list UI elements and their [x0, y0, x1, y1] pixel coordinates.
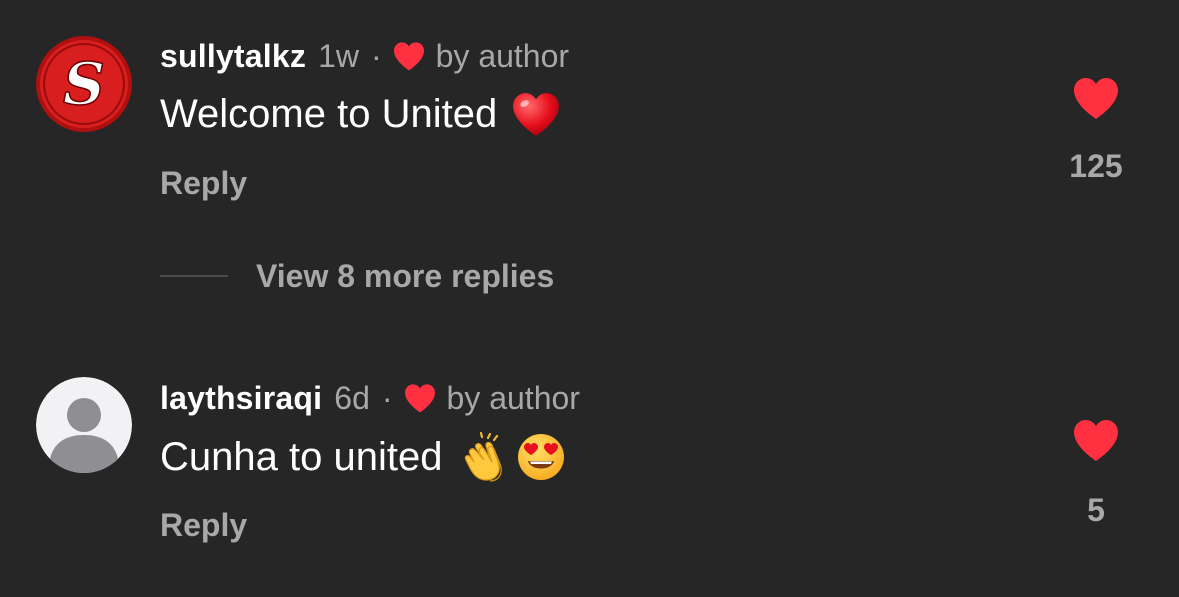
avatar[interactable]: S [36, 36, 132, 132]
comment-text: Cunha to united [160, 432, 566, 482]
clapping-hands-emoji [460, 432, 510, 482]
reply-button[interactable]: Reply [160, 505, 247, 545]
like-count: 125 [1069, 148, 1123, 184]
comment-text: Welcome to United [160, 90, 561, 138]
heart-icon [404, 384, 435, 413]
timestamp: 6d [334, 380, 370, 416]
separator: · [381, 380, 393, 416]
svg-text:S: S [63, 50, 105, 118]
username[interactable]: laythsiraqi [160, 378, 322, 418]
like-control: 125 [1060, 76, 1132, 186]
separator: · [370, 38, 382, 74]
view-more-replies-label: View 8 more replies [256, 257, 555, 294]
view-more-replies-button[interactable]: View 8 more replies [160, 256, 554, 296]
like-control: 5 [1060, 418, 1132, 530]
timestamp: 1w [318, 38, 359, 74]
heart-eyes-emoji [516, 432, 566, 482]
divider-line [160, 275, 228, 277]
comment-body: Welcome to United [160, 92, 498, 136]
like-heart-icon[interactable] [1071, 76, 1121, 120]
comment-meta: laythsiraqi 6d · by author [160, 378, 580, 418]
comment-body: Cunha to united [160, 435, 443, 479]
red-heart-emoji [511, 91, 561, 137]
comment-meta: sullytalkz 1w · by author [160, 36, 569, 76]
like-heart-icon[interactable] [1071, 418, 1121, 462]
liked-by-author-label: by author [435, 38, 570, 74]
avatar[interactable] [36, 377, 132, 473]
heart-icon [393, 42, 424, 71]
like-count: 5 [1087, 492, 1105, 528]
username[interactable]: sullytalkz [160, 36, 306, 76]
liked-by-author-label: by author [446, 380, 580, 416]
reply-button[interactable]: Reply [160, 163, 247, 203]
